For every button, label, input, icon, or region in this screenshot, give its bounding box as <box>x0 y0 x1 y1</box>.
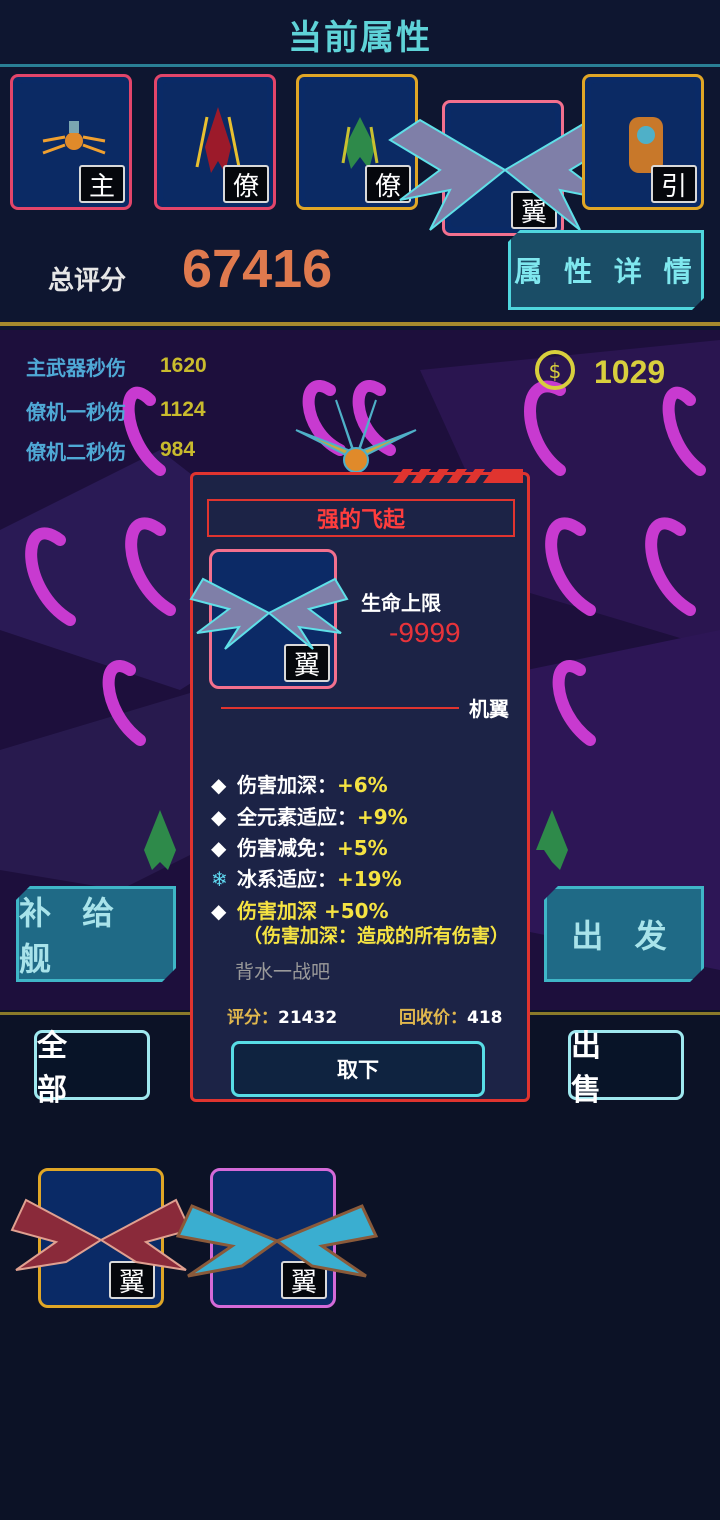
special-effect-row: ◆ 伤害加深 +50% <box>211 895 389 924</box>
special-effect-note: （伤害加深：造成的所有伤害） <box>243 925 510 947</box>
header-divider <box>0 64 720 67</box>
supply-ship-button[interactable]: 补 给 舰 <box>16 886 176 982</box>
sell-button[interactable]: 出 售 <box>568 1029 684 1108</box>
wingman1-dps-label: 僚机一秒伤 <box>26 400 126 424</box>
item-score-value: 21432 <box>278 1008 338 1028</box>
slot-main-weapon[interactable]: 主 <box>10 74 132 210</box>
snowflake-icon: ❄ <box>211 867 228 891</box>
wingman1-dps-value: 1124 <box>160 398 206 421</box>
total-score-value: 67416 <box>182 239 333 299</box>
wingman2-dps-label: 僚机二秒伤 <box>26 440 126 464</box>
effect-row: ◆ 伤害加深：+6% <box>211 769 388 798</box>
main-weapon-dps-label: 主武器秒伤 <box>26 356 126 380</box>
diamond-bullet-icon: ◆ <box>211 773 227 797</box>
wingman2-dps-value: 984 <box>160 438 196 461</box>
item-type-label: 机翼 <box>469 697 509 721</box>
special-effect: 伤害加深 +50% <box>237 899 389 923</box>
effect-row: ◆ 伤害减免：+5% <box>211 832 388 861</box>
effect-name: 全元素适应： <box>237 805 357 829</box>
effect-row: ❄ 冰系适应：+19% <box>211 863 402 892</box>
type-divider <box>221 707 459 709</box>
recycle-price: 回收价：418 <box>399 1003 503 1028</box>
slot-tag-wingman-1: 僚 <box>223 165 269 203</box>
filter-all-button[interactable]: 全 部 <box>34 1029 150 1108</box>
slot-tag-engine: 引 <box>651 165 697 203</box>
effect-value: +5% <box>337 836 388 860</box>
attribute-details-button[interactable]: 属 性 详 情 <box>508 230 704 310</box>
coin-count: 1029 <box>594 354 666 390</box>
base-attribute-value: -9999 <box>389 617 461 648</box>
slot-tag-main: 主 <box>79 165 125 203</box>
diamond-bullet-icon: ◆ <box>211 836 227 860</box>
popup-title-bar: 强的飞起 <box>207 499 515 537</box>
flavor-text: 背水一战吧 <box>235 961 331 983</box>
page-title: 当前属性 <box>288 18 432 58</box>
item-name: 强的飞起 <box>316 508 405 533</box>
effect-name: 伤害加深： <box>237 773 337 797</box>
diamond-bullet-icon: ◆ <box>211 899 227 923</box>
red-wing-icon <box>10 1198 192 1271</box>
item-detail-popup: 强的飞起 翼 生命上限 -9999 机翼 ◆ 伤害加深：+6% ◆ 全元素适应：+9… <box>189 469 530 1102</box>
slot-wingman-1[interactable]: 僚 <box>154 74 276 210</box>
item-score: 评分：21432 <box>227 1003 337 1028</box>
effect-name: 伤害减免： <box>237 836 337 860</box>
recycle-price-label: 回收价： <box>399 1008 467 1028</box>
total-score-label: 总评分 <box>48 266 127 296</box>
effect-value: +6% <box>337 773 388 797</box>
unequip-button[interactable]: 取下 <box>231 1041 485 1097</box>
slot-engine[interactable]: 引 <box>582 74 704 210</box>
effect-name: 冰系适应： <box>237 867 337 891</box>
main-weapon-dps-value: 1620 <box>160 354 207 377</box>
recycle-price-value: 418 <box>467 1008 503 1028</box>
popup-stripe-decoration <box>393 469 523 483</box>
effect-value: +9% <box>357 805 408 829</box>
svg-text:$: $ <box>549 359 562 383</box>
base-attribute-label: 生命上限 <box>361 591 441 615</box>
effect-value: +19% <box>337 867 402 891</box>
popup-wing-icon <box>189 577 349 650</box>
blue-wing-icon <box>175 1204 379 1278</box>
item-score-label: 评分： <box>227 1008 278 1028</box>
depart-button[interactable]: 出 发 <box>544 886 704 982</box>
diamond-bullet-icon: ◆ <box>211 805 227 829</box>
effect-row: ◆ 全元素适应：+9% <box>211 801 408 830</box>
header-bottom-border <box>0 322 720 326</box>
